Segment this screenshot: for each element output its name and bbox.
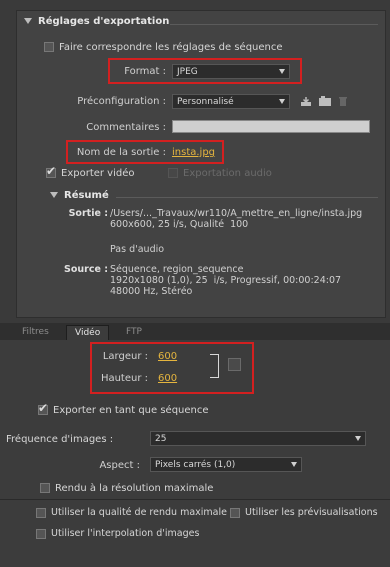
height-label: Hauteur : <box>100 373 148 384</box>
match-sequence-checkbox[interactable] <box>44 42 54 52</box>
summary-source-label: Source : <box>64 264 108 275</box>
aspect-label: Aspect : <box>99 460 140 471</box>
summary-source-line3: 48000 Hz, Stéréo <box>110 286 193 297</box>
format-label: Format : <box>124 66 166 77</box>
previews-checkbox[interactable] <box>230 507 240 518</box>
save-preset-icon[interactable] <box>300 96 312 107</box>
export-audio-checkbox-row[interactable]: Exportation audio <box>168 168 272 179</box>
max-res-checkbox-row[interactable]: Rendu à la résolution maximale <box>40 483 213 494</box>
summary-rule <box>116 197 378 198</box>
max-res-label: Rendu à la résolution maximale <box>55 483 214 494</box>
constrain-proportions-toggle[interactable] <box>228 358 241 371</box>
previews-checkbox-row[interactable]: Utiliser les prévisualisations <box>230 507 378 518</box>
format-value: JPEG <box>177 67 198 77</box>
disclosure-triangle-icon <box>24 18 32 24</box>
chevron-down-icon <box>291 462 297 467</box>
chevron-down-icon <box>279 69 285 74</box>
match-sequence-label: Faire correspondre les réglages de séque… <box>59 42 283 53</box>
tab-filtres[interactable]: Filtres <box>14 325 57 341</box>
export-video-label: Exporter vidéo <box>61 168 135 179</box>
preset-select[interactable]: Personnalisé <box>172 94 290 109</box>
export-sequence-label: Exporter en tant que séquence <box>53 405 209 416</box>
framerate-select[interactable]: 25 <box>150 431 366 446</box>
summary-sortie-label: Sortie : <box>68 208 108 219</box>
summary-sortie-line1: /Users/..._Travaux/wr110/A_mettre_en_lig… <box>110 208 363 219</box>
framerate-value: 25 <box>155 434 167 444</box>
preset-value: Personnalisé <box>177 97 234 107</box>
tab-bar <box>0 323 390 341</box>
export-video-checkbox-row[interactable]: Exporter vidéo <box>46 164 135 179</box>
summary-source-line1: Séquence, region_sequence <box>110 264 244 275</box>
summary-sortie-line2: 600x600, 25 i/s, Qualité 100 <box>110 219 249 230</box>
tab-ftp[interactable]: FTP <box>118 325 150 341</box>
link-bracket-icon <box>210 354 219 378</box>
summary-source-line2: 1920x1080 (1,0), 25 i/s, Progressif, 00:… <box>110 275 342 286</box>
chevron-down-icon <box>279 99 285 104</box>
tab-video[interactable]: Vidéo <box>66 325 110 341</box>
previews-label: Utiliser les prévisualisations <box>245 507 378 518</box>
output-name-link[interactable]: insta.jpg <box>172 147 215 158</box>
header-rule <box>170 24 378 25</box>
aspect-value: Pixels carrés (1,0) <box>155 460 236 470</box>
max-quality-checkbox[interactable] <box>36 507 46 518</box>
export-audio-label: Exportation audio <box>183 168 272 179</box>
max-quality-label: Utiliser la qualité de rendu maximale <box>51 507 227 518</box>
export-sequence-checkbox-row[interactable]: Exporter en tant que séquence <box>38 401 209 416</box>
divider <box>0 499 390 500</box>
format-select[interactable]: JPEG <box>172 64 290 79</box>
export-sequence-checkbox[interactable] <box>38 401 48 415</box>
width-label: Largeur : <box>102 351 148 362</box>
chevron-down-icon <box>355 436 361 441</box>
disclosure-triangle-icon <box>50 192 58 198</box>
export-video-checkbox[interactable] <box>46 164 56 178</box>
export-audio-checkbox[interactable] <box>168 168 178 178</box>
preset-label: Préconfiguration : <box>77 96 166 107</box>
max-quality-checkbox-row[interactable]: Utiliser la qualité de rendu maximale <box>36 507 227 518</box>
interpolation-label: Utiliser l'interpolation d'images <box>51 528 200 539</box>
delete-preset-icon[interactable] <box>338 96 350 107</box>
max-res-checkbox[interactable] <box>40 483 50 493</box>
interpolation-checkbox[interactable] <box>36 528 46 539</box>
comments-label: Commentaires : <box>86 122 166 133</box>
summary-header[interactable]: Résumé <box>50 190 109 201</box>
interpolation-checkbox-row[interactable]: Utiliser l'interpolation d'images <box>36 528 199 539</box>
export-settings-header[interactable]: Réglages d'exportation <box>24 16 169 27</box>
match-sequence-checkbox-row[interactable]: Faire correspondre les réglages de séque… <box>44 42 283 53</box>
height-value[interactable]: 600 <box>158 373 177 384</box>
aspect-select[interactable]: Pixels carrés (1,0) <box>150 457 302 472</box>
width-value[interactable]: 600 <box>158 351 177 362</box>
summary-sortie-line3: Pas d'audio <box>110 244 165 255</box>
framerate-label: Fréquence d'images : <box>6 434 114 445</box>
output-name-label: Nom de la sortie : <box>76 147 166 158</box>
comments-input[interactable] <box>172 120 370 133</box>
import-preset-icon[interactable] <box>318 96 331 107</box>
